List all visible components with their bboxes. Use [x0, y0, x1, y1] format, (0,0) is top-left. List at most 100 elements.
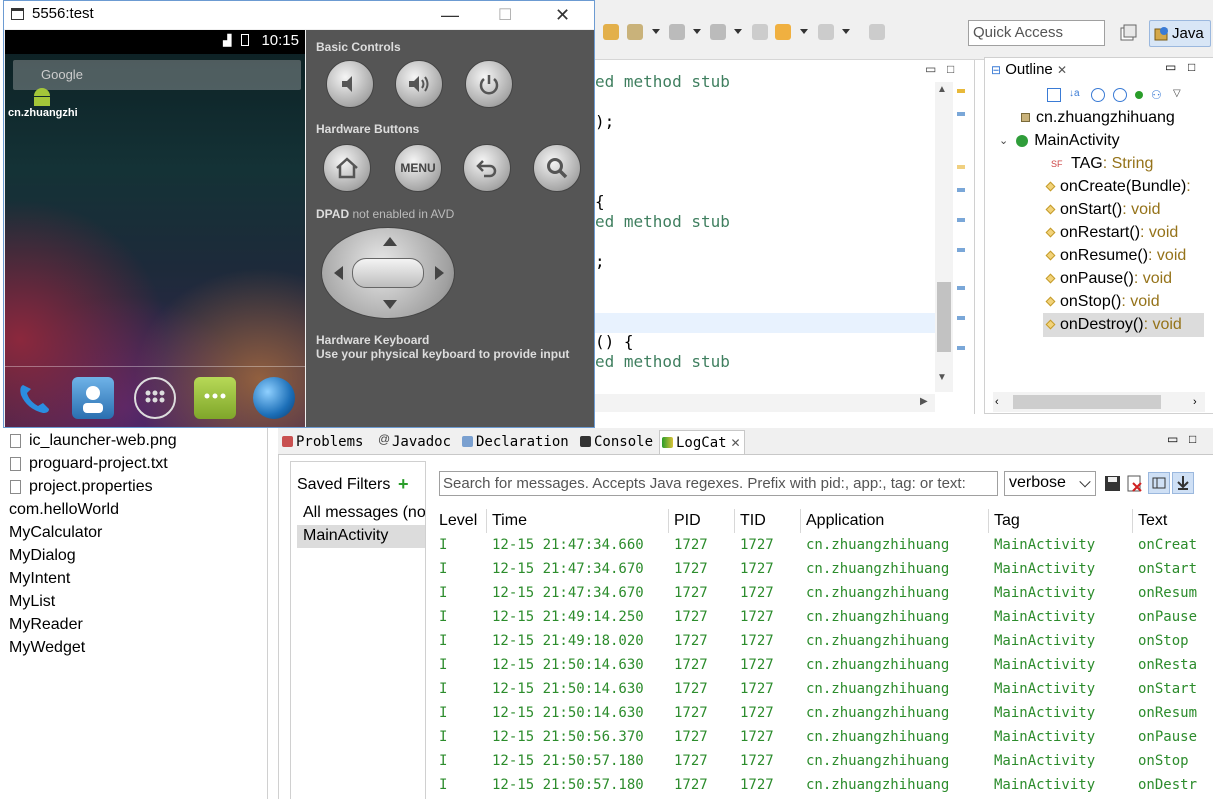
project-item[interactable]: MyDialog — [9, 545, 76, 567]
outline-method[interactable]: onRestart() : void — [1045, 221, 1178, 244]
column-divider[interactable] — [668, 509, 669, 533]
dpad-center-button[interactable] — [352, 258, 424, 288]
log-row[interactable]: I 12-15 21:49:14.250 1727 1727 cn.zhuangzhih… — [439, 607, 1213, 629]
volume-up-button[interactable] — [395, 60, 443, 108]
editor-horizontal-scrollbar[interactable] — [595, 394, 935, 412]
log-row[interactable]: I 12-15 21:49:18.020 1727 1727 cn.zhuangzhih… — [439, 631, 1213, 653]
code-line[interactable]: { — [595, 192, 605, 211]
log-level-select[interactable]: verbose — [1004, 471, 1096, 496]
maximize-editor-button[interactable]: □ — [947, 62, 954, 76]
run-dropdown-icon[interactable] — [652, 29, 660, 34]
save-log-icon[interactable] — [1104, 475, 1121, 492]
dpad-right-icon[interactable] — [435, 266, 444, 280]
file-item[interactable]: proguard-project.txt — [10, 453, 168, 475]
project-item[interactable]: MyList — [9, 591, 55, 613]
link-editor-icon[interactable]: ⚇ — [1151, 88, 1165, 102]
emulator-titlebar[interactable]: 5556:test — ☐ ✕ — [4, 1, 594, 29]
outline-scroll-thumb[interactable] — [1013, 395, 1161, 409]
android-robot-icon[interactable] — [31, 86, 53, 106]
code-editor[interactable]: ▭ □ ed method stub);{ed method stub;() {… — [595, 60, 975, 414]
log-row[interactable]: I 12-15 21:50:57.180 1727 1727 cn.zhuangzhih… — [439, 775, 1213, 797]
clear-log-icon[interactable] — [1126, 475, 1143, 492]
next-annotation-dropdown-icon[interactable] — [693, 29, 701, 34]
next-annotation-icon[interactable] — [669, 24, 685, 40]
volume-down-button[interactable] — [326, 60, 374, 108]
column-divider[interactable] — [486, 509, 487, 533]
scroll-lock-icon[interactable] — [1172, 472, 1194, 494]
column-divider[interactable] — [1132, 509, 1133, 533]
hide-nonpublic-icon[interactable] — [1135, 91, 1143, 99]
minimize-editor-button[interactable]: ▭ — [925, 62, 936, 76]
add-filter-icon[interactable]: + — [398, 474, 409, 495]
collapse-chevron-icon[interactable]: ⌄ — [999, 134, 1008, 147]
file-item[interactable]: project.properties — [10, 476, 153, 498]
quick-access-input[interactable]: Quick Access — [968, 20, 1105, 46]
scroll-right-arrow[interactable]: › — [1193, 396, 1197, 408]
overview-marker[interactable] — [957, 188, 965, 192]
editor-scroll-thumb[interactable] — [937, 282, 951, 352]
power-button[interactable] — [465, 60, 513, 108]
minimize-outline-button[interactable]: ▭ — [1165, 60, 1176, 74]
maximize-outline-button[interactable]: □ — [1188, 60, 1195, 74]
last-edit-icon[interactable] — [752, 24, 768, 40]
project-item[interactable]: MyIntent — [9, 568, 70, 590]
java-perspective-button[interactable]: Java — [1149, 20, 1211, 47]
outline-package[interactable]: cn.zhuangzhihuang — [1021, 106, 1175, 129]
log-row[interactable]: I 12-15 21:50:14.630 1727 1727 cn.zhuangzhih… — [439, 679, 1213, 701]
outline-method[interactable]: onResume() : void — [1045, 244, 1186, 267]
pin-editor-icon[interactable] — [869, 24, 885, 40]
column-divider[interactable] — [734, 509, 735, 533]
app-icon-label[interactable]: cn.zhuangzhi — [8, 107, 78, 119]
column-header-time[interactable]: Time — [492, 512, 527, 530]
project-item[interactable]: com.helloWorld — [9, 499, 119, 521]
menu-button[interactable]: MENU — [394, 144, 442, 192]
code-line[interactable]: ed method stub — [595, 352, 730, 371]
code-line[interactable]: ); — [595, 112, 614, 131]
tab-declaration[interactable]: Declaration — [460, 430, 572, 454]
overview-marker[interactable] — [957, 286, 965, 290]
maximize-panel-button[interactable]: □ — [1189, 432, 1196, 446]
app-drawer-icon[interactable] — [134, 377, 176, 419]
outline-field[interactable]: SF TAG : String — [1051, 152, 1153, 175]
minimize-window-button[interactable]: — — [441, 5, 459, 26]
column-header-level[interactable]: Level — [439, 512, 477, 530]
tab-outline[interactable]: ⊟ Outline ✕ — [987, 60, 1071, 82]
project-item[interactable]: MyReader — [9, 614, 83, 636]
outline-method[interactable]: onStop() : void — [1045, 290, 1160, 313]
column-header-tid[interactable]: TID — [740, 512, 766, 530]
google-search-bar[interactable]: Google — [13, 60, 301, 90]
overview-warning-marker[interactable] — [957, 89, 965, 93]
prev-annotation-icon[interactable] — [710, 24, 726, 40]
filter-all-messages[interactable]: All messages (no — [297, 502, 425, 525]
back-icon[interactable] — [775, 24, 791, 40]
column-divider[interactable] — [988, 509, 989, 533]
search-button[interactable] — [533, 144, 581, 192]
tab-logcat[interactable]: LogCat ✕ — [659, 430, 745, 454]
scroll-down-arrow[interactable]: ▼ — [937, 372, 947, 383]
toggle-filters-icon[interactable] — [1148, 472, 1170, 494]
browser-icon[interactable] — [253, 377, 295, 419]
minimize-panel-button[interactable]: ▭ — [1167, 432, 1178, 446]
column-header-pid[interactable]: PID — [674, 512, 701, 530]
overview-marker[interactable] — [957, 346, 965, 350]
code-line[interactable]: ed method stub — [595, 72, 730, 91]
maximize-window-button[interactable]: ☐ — [498, 5, 512, 25]
hide-static-icon[interactable] — [1113, 88, 1127, 102]
file-item[interactable]: ic_launcher-web.png — [10, 430, 177, 452]
open-type-icon[interactable] — [603, 24, 619, 40]
column-header-tag[interactable]: Tag — [994, 512, 1020, 530]
forward-icon[interactable] — [818, 24, 834, 40]
tab-javadoc[interactable]: @ Javadoc — [376, 430, 454, 454]
dpad-control[interactable] — [321, 227, 455, 319]
close-icon[interactable]: ✕ — [730, 436, 740, 450]
overview-marker[interactable] — [957, 165, 965, 169]
outline-method[interactable]: onPause() : void — [1045, 267, 1172, 290]
log-row[interactable]: I 12-15 21:50:56.370 1727 1727 cn.zhuangzhih… — [439, 727, 1213, 749]
column-header-text[interactable]: Text — [1138, 512, 1167, 530]
overview-marker[interactable] — [957, 248, 965, 252]
log-row[interactable]: I 12-15 21:50:57.180 1727 1727 cn.zhuangzhih… — [439, 751, 1213, 773]
messaging-icon[interactable] — [194, 377, 236, 419]
collapse-all-icon[interactable] — [1047, 88, 1061, 102]
forward-dropdown-icon[interactable] — [842, 29, 850, 34]
overview-marker[interactable] — [957, 218, 965, 222]
